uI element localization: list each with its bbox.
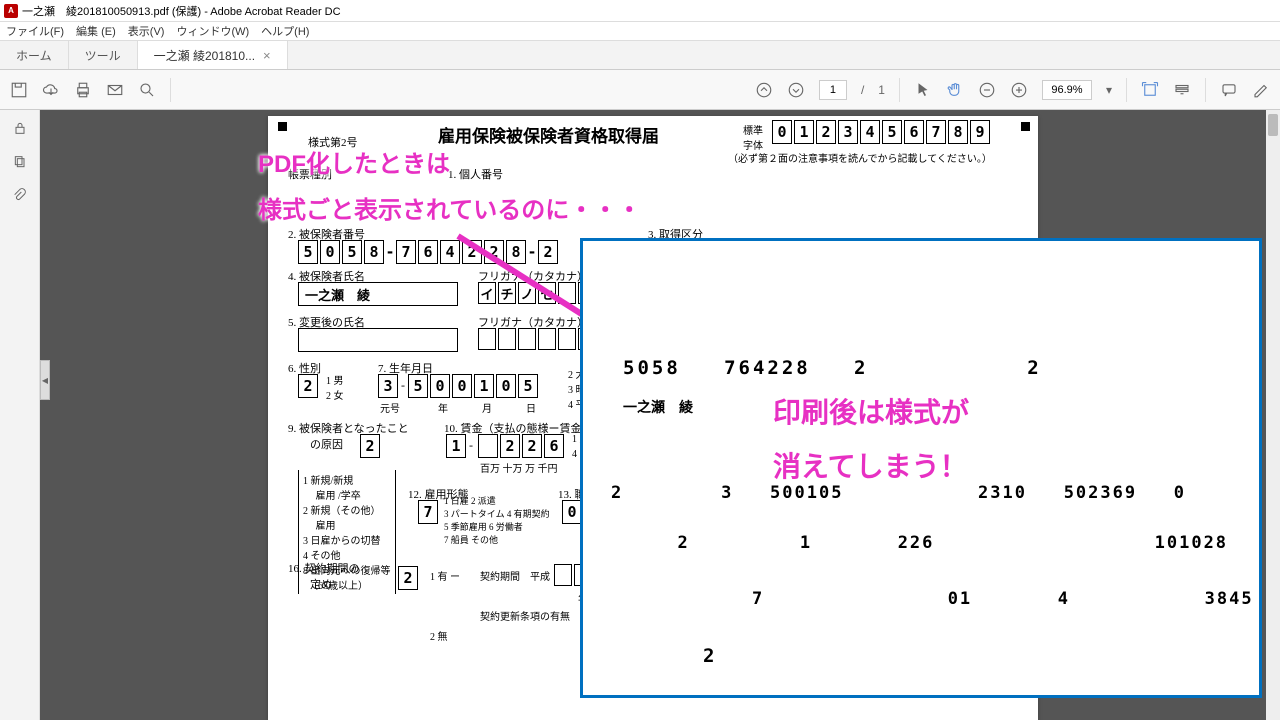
menu-edit[interactable]: 編集 (E) xyxy=(76,23,116,39)
koyo-value: 7 xyxy=(418,500,438,524)
page-total: 1 xyxy=(878,83,885,97)
popup-row1: 5058 764228 2 2 xyxy=(623,357,1042,379)
page-sep: / xyxy=(861,83,864,97)
popup-row3b: 2 1 226 101028 xyxy=(653,533,1228,553)
print-icon[interactable] xyxy=(74,81,92,99)
popup-name: 一之瀬 綾 xyxy=(623,397,693,417)
tab-document-label: 一之瀬 綾201810... xyxy=(154,47,255,64)
era-value: 3 xyxy=(378,374,398,398)
page-down-icon[interactable] xyxy=(787,81,805,99)
attachment-icon[interactable] xyxy=(12,188,28,204)
label-kojin: 1. 個人番号 xyxy=(448,166,503,182)
keiyaku-value: 2 xyxy=(398,566,418,590)
form-title: 雇用保険被保険者資格取得届 xyxy=(438,122,659,147)
cloud-icon[interactable] xyxy=(42,81,60,99)
printed-output-panel: 5058 764228 2 2 一之瀬 綾 印刷後は様式が 消えてしまう！ 2 … xyxy=(580,238,1262,698)
name2-box xyxy=(298,328,458,352)
menu-help[interactable]: ヘルプ(H) xyxy=(261,23,309,39)
label-sec9: 9. 被保険者となったこと の原因 xyxy=(288,420,409,452)
popup-msg2: 消えてしまう！ xyxy=(773,445,968,485)
page-number-input[interactable] xyxy=(819,80,847,100)
thumbnails-icon[interactable] xyxy=(12,154,28,170)
search-icon[interactable] xyxy=(138,81,156,99)
tab-bar: ホーム ツール 一之瀬 綾201810... × xyxy=(0,40,1280,70)
chingin-type: 1 xyxy=(446,434,466,458)
menu-window[interactable]: ウィンドウ(W) xyxy=(176,23,249,39)
koyo-options: 1 日雇 2 派遣 3 パートタイム 4 有期契約 5 季節雇用 6 労働者 7… xyxy=(444,494,550,546)
menu-file[interactable]: ファイル(F) xyxy=(6,23,64,39)
tab-tools[interactable]: ツール xyxy=(69,41,138,69)
sign-icon[interactable] xyxy=(1252,81,1270,99)
sex-value: 2 xyxy=(298,374,318,398)
zoom-out-icon[interactable] xyxy=(978,81,996,99)
popup-msg1: 印刷後は様式が xyxy=(773,391,969,431)
annotation-line2: 様式ごと表示されているのに・・・ xyxy=(258,190,641,225)
name-box: 一之瀬 綾 xyxy=(298,282,458,306)
pointer-icon[interactable] xyxy=(914,81,932,99)
lock-icon[interactable] xyxy=(12,120,28,136)
page-up-icon[interactable] xyxy=(755,81,773,99)
genin-value: 2 xyxy=(360,434,380,458)
std-font-label: 標準 字体 xyxy=(743,122,763,152)
tab-document[interactable]: 一之瀬 綾201810... × xyxy=(138,41,288,69)
save-icon[interactable] xyxy=(10,81,28,99)
sex-options: 1 男 2 女 xyxy=(326,372,344,402)
std-font-digits: 0123456789 xyxy=(772,120,990,144)
mail-icon[interactable] xyxy=(106,81,124,99)
label-sec16: 16. 契約期間の 定め xyxy=(288,560,360,592)
tab-home[interactable]: ホーム xyxy=(0,41,69,69)
zoom-dropdown-icon[interactable]: ▾ xyxy=(1106,83,1112,97)
popup-row3a: 2 3 500105 2310 502369 0 xyxy=(611,483,1186,503)
comment-icon[interactable] xyxy=(1220,81,1238,99)
scroll-thumb[interactable] xyxy=(1268,114,1278,136)
scrollbar[interactable] xyxy=(1266,110,1280,720)
annotation-line1: PDF化したときは xyxy=(258,144,450,179)
left-nav-rail xyxy=(0,110,40,720)
form-note: （必ず第２面の注意事項を読んでから記載してください。） xyxy=(728,150,992,165)
popup-row5: 2 xyxy=(703,645,717,667)
pdf-icon: A xyxy=(4,4,18,18)
read-mode-icon[interactable] xyxy=(1173,81,1191,99)
title-bar: A 一之瀬 綾201810050913.pdf (保護) - Adobe Acr… xyxy=(0,0,1280,22)
menu-view[interactable]: 表示(V) xyxy=(128,23,165,39)
toolbar: / 1 ▾ xyxy=(0,70,1280,110)
window-title: 一之瀬 綾201810050913.pdf (保護) - Adobe Acrob… xyxy=(22,3,341,19)
close-tab-icon[interactable]: × xyxy=(263,48,271,63)
fit-width-icon[interactable] xyxy=(1141,81,1159,99)
collapse-handle[interactable]: ◀ xyxy=(40,360,50,400)
popup-row4: 7 01 4 3845 xyxy=(703,589,1254,609)
hand-icon[interactable] xyxy=(946,81,964,99)
menu-bar: ファイル(F) 編集 (E) 表示(V) ウィンドウ(W) ヘルプ(H) xyxy=(0,22,1280,40)
zoom-input[interactable] xyxy=(1042,80,1092,100)
zoom-in-icon[interactable] xyxy=(1010,81,1028,99)
